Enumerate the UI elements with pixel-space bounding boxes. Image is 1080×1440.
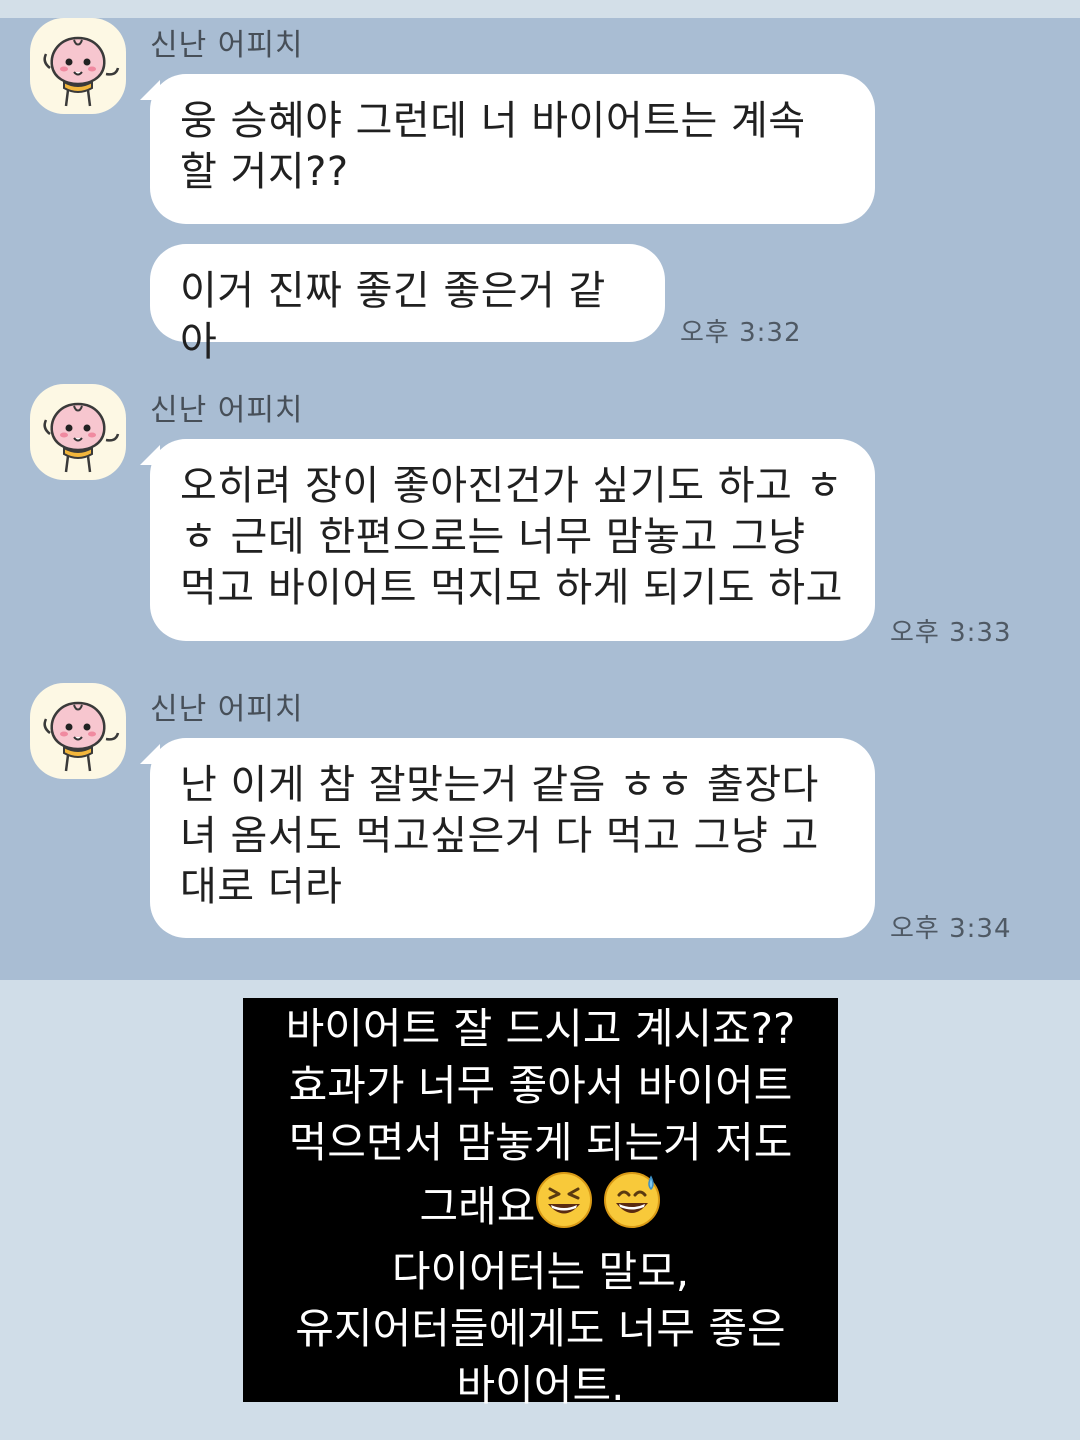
caption-line: 바이어트.: [456, 1361, 625, 1410]
caption-line: 바이어트 잘 드시고 계시죠??: [285, 1004, 796, 1053]
message-bubble[interactable]: 이거 진짜 좋긴 좋은거 같아: [150, 244, 665, 365]
message-bubble[interactable]: 난 이게 참 잘맞는거 같음 ㅎㅎ 출장다녀 옴서도 먹고싶은거 다 먹고 그냥…: [150, 738, 875, 938]
message-time: 오후 3:34: [890, 914, 1012, 944]
message-bubble[interactable]: 오히려 장이 좋아진건가 싶기도 하고 ㅎ ㅎ 근데 한편으로는 너무 맘놓고 …: [150, 439, 875, 641]
caption-line: 그래요: [419, 1182, 536, 1231]
caption-line-with-emojis: 그래요: [243, 1171, 838, 1243]
sender-name: 신난 어피치: [150, 393, 304, 428]
message-time: 오후 3:33: [890, 618, 1012, 648]
grinning-squinting-face-icon: [535, 1171, 593, 1243]
avatar-apeach-icon[interactable]: [30, 683, 126, 779]
grinning-face-with-sweat-icon: [603, 1171, 661, 1243]
avatar-apeach-icon[interactable]: [30, 18, 126, 114]
message-bubble[interactable]: 웅 승혜야 그런데 너 바이어트는 계속 할 거지??: [150, 74, 875, 224]
avatar-apeach-icon[interactable]: [30, 384, 126, 480]
sender-name: 신난 어피치: [150, 28, 304, 63]
caption-box: 바이어트 잘 드시고 계시죠?? 효과가 너무 좋아서 바이어트 먹으면서 맘놓…: [243, 998, 838, 1410]
message-time: 오후 3:32: [680, 318, 802, 348]
caption-line: 유지어터들에게도 너무 좋은: [295, 1304, 786, 1353]
caption-line: 먹으면서 맘놓게 되는거 저도: [288, 1118, 793, 1167]
caption-line: 다이어터는 말모,: [391, 1247, 690, 1296]
caption-line: 효과가 너무 좋아서 바이어트: [288, 1061, 793, 1110]
sender-name: 신난 어피치: [150, 692, 304, 727]
top-strip: [0, 0, 1080, 18]
